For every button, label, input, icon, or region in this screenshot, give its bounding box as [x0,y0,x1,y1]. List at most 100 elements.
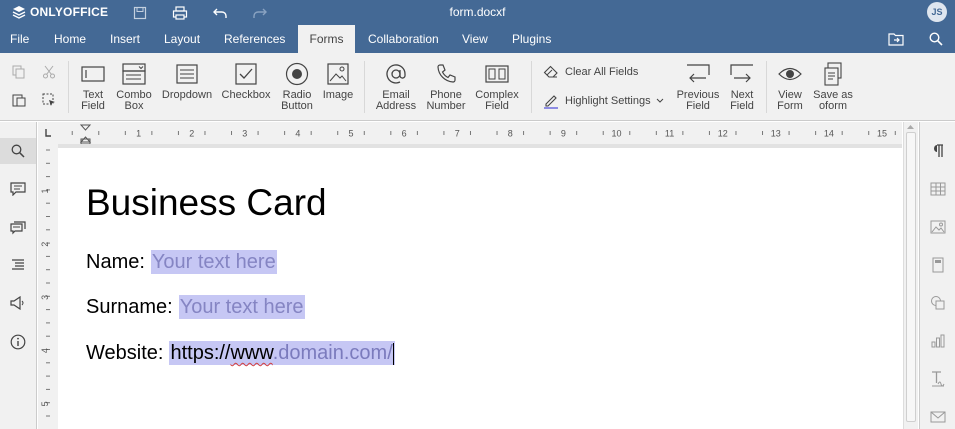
chart-settings-icon[interactable] [928,331,948,351]
header-footer-settings-icon[interactable] [928,255,948,275]
save-oform-icon [821,62,845,86]
tab-file[interactable]: File [0,25,39,53]
chevron-down-icon [656,98,663,103]
text-field-icon [81,62,105,86]
website-scheme: https:// [170,342,231,364]
surname-label: Surname: [86,295,173,318]
scrollbar-thumb[interactable] [906,132,916,422]
radio-button-icon [285,62,309,86]
image-icon [326,62,350,86]
vertical-ruler-number: 4 [40,348,50,353]
paragraph-settings-icon[interactable] [928,141,948,161]
ruler-number: 4 [295,129,300,139]
complex-field-button[interactable]: Complex Field [474,62,520,112]
next-field-button[interactable]: Next Field [726,62,758,112]
shape-settings-icon[interactable] [928,293,948,313]
next-field-label: Next Field [730,89,754,112]
checkbox-icon [234,62,258,86]
text-art-settings-icon[interactable] [928,369,948,389]
highlight-settings-button[interactable]: Highlight Settings [543,93,664,109]
website-www: www [230,342,273,364]
chat-icon[interactable] [8,218,28,238]
combo-box-icon [122,62,146,86]
mail-merge-icon[interactable] [928,407,948,427]
name-text-field[interactable]: Your text here [150,250,277,274]
image-button[interactable]: Image [322,62,354,101]
comments-icon[interactable] [8,179,28,199]
next-field-icon [730,62,754,86]
clear-all-fields-button[interactable]: Clear All Fields [543,65,638,79]
ruler-number: 7 [455,129,460,139]
website-label: Website: [86,341,164,364]
paste-icon[interactable] [10,91,28,109]
select-all-icon[interactable] [40,91,58,109]
search-icon[interactable] [926,29,946,49]
scroll-up-icon[interactable] [904,123,917,131]
complex-field-label: Complex Field [475,89,519,112]
image-settings-icon[interactable] [928,217,948,237]
view-form-button[interactable]: View Form [775,62,805,112]
document-title: form.docxf [449,5,506,19]
dropdown-label: Dropdown [161,89,213,101]
ruler-number: 10 [611,129,621,139]
about-info-icon[interactable] [8,332,28,352]
tab-references[interactable]: References [214,25,295,53]
user-avatar[interactable]: JS [927,2,947,22]
ruler-number: 1 [136,129,141,139]
ruler-number: 12 [718,129,728,139]
ruler-number: 14 [824,129,834,139]
radio-button-button[interactable]: Radio Button [280,62,314,112]
vertical-ruler[interactable]: 1 2 3 4 5 [38,144,58,429]
phone-number-label: Phone Number [426,89,466,112]
dropdown-button[interactable]: Dropdown [161,62,213,101]
save-as-oform-label: Save as oform [813,89,853,112]
forms-toolbar: Text Field Combo Box Dropdown Checkbox R… [0,53,955,121]
tab-forms[interactable]: Forms [298,25,355,53]
copy-icon[interactable] [10,63,28,81]
ruler-number: 13 [771,129,781,139]
text-field-button[interactable]: Text Field [80,62,106,112]
view-form-label: View Form [777,89,803,112]
highlight-settings-label: Highlight Settings [565,95,651,107]
previous-field-button[interactable]: Previous Field [675,62,721,112]
previous-field-icon [686,62,710,86]
ruler-number: 2 [189,129,194,139]
table-settings-icon[interactable] [928,179,948,199]
tab-layout[interactable]: Layout [154,25,210,53]
cut-icon[interactable] [40,63,58,81]
document-heading[interactable]: Business Card [86,182,327,224]
app-window: ONLYOFFICE form.docxf JS File Home Inser… [0,0,955,429]
tab-plugins[interactable]: Plugins [502,25,561,53]
email-address-button[interactable]: Email Address [375,62,417,112]
left-sidebar [0,122,37,429]
navigation-icon[interactable] [8,255,28,275]
ruler-number: 5 [348,129,353,139]
vertical-ruler-number: 1 [40,188,50,193]
phone-number-button[interactable]: Phone Number [425,62,467,112]
dropdown-icon [175,62,199,86]
image-label: Image [322,89,354,101]
text-cursor [392,342,395,365]
ruler-scale: 1 2 3 4 5 6 7 8 9 10 11 12 13 14 15 [45,124,896,145]
surname-text-field[interactable]: Your text here [178,295,305,319]
tab-view[interactable]: View [452,25,498,53]
sidebar-search-icon[interactable] [0,138,36,164]
title-bar: ONLYOFFICE form.docxf JS [0,0,955,25]
combo-box-button[interactable]: Combo Box [115,62,153,112]
open-file-location-icon[interactable] [886,29,906,49]
feedback-megaphone-icon[interactable] [8,293,28,313]
checkbox-button[interactable]: Checkbox [221,62,271,101]
eraser-icon [543,65,558,78]
horizontal-ruler[interactable]: 1 2 3 4 5 6 7 8 9 10 11 12 13 14 15 [38,122,902,145]
tab-insert[interactable]: Insert [100,25,150,53]
surname-row: Surname: Your text here [86,295,305,319]
tab-home[interactable]: Home [44,25,96,53]
save-as-oform-button[interactable]: Save as oform [811,62,855,112]
vertical-scrollbar[interactable] [903,122,918,429]
tab-collaboration[interactable]: Collaboration [358,25,449,53]
previous-field-label: Previous Field [676,89,720,112]
website-text-field[interactable]: https://www.domain.com/ [169,341,396,365]
ruler-number: 9 [561,129,566,139]
combo-box-label: Combo Box [116,89,152,112]
ruler-number: 11 [665,129,674,139]
